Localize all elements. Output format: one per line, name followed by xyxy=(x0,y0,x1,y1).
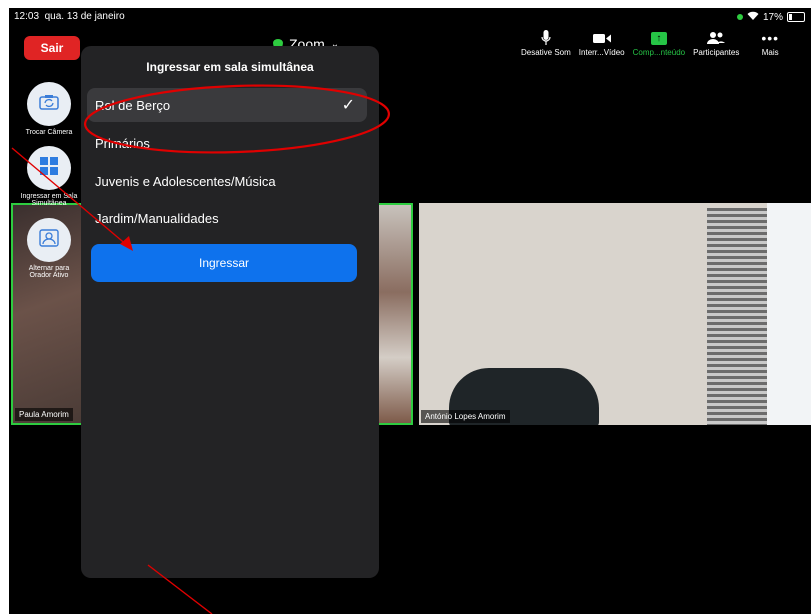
share-label: Comp...nteúdo xyxy=(632,48,686,57)
active-speaker-icon xyxy=(39,228,59,252)
participants-label: Participantes xyxy=(693,48,740,57)
wifi-icon xyxy=(747,11,759,23)
breakout-rooms-button[interactable] xyxy=(27,146,71,190)
more-label: Mais xyxy=(761,48,779,57)
side-button-group-speaker: Alternar para Orador Ativo xyxy=(19,218,79,279)
window-blinds xyxy=(707,208,767,425)
breakout-rooms-icon xyxy=(40,156,58,180)
video-tile-partial[interactable] xyxy=(379,203,413,425)
leave-button[interactable]: Sair xyxy=(24,36,80,60)
video-label: Interr...Vídeo xyxy=(578,48,625,57)
room-option-jardim[interactable]: Jardim/Manualidades xyxy=(87,201,367,235)
room-option-juvenis[interactable]: Juvenis e Adolescentes/Música xyxy=(87,164,367,198)
more-button[interactable]: ••• Mais xyxy=(757,28,783,68)
window-light xyxy=(767,203,811,425)
side-button-group-breakout: Ingressar em Sala Simultânea xyxy=(19,146,79,207)
breakout-rooms-label: Ingressar em Sala Simultânea xyxy=(20,193,78,207)
mute-button[interactable]: Desative Som xyxy=(517,28,575,68)
status-bar: 12:03 qua. 13 de janeiro 17% xyxy=(9,8,811,26)
room-option-primarios[interactable]: Primários xyxy=(87,126,367,160)
video-tile-antonio[interactable]: António Lopes Amorim xyxy=(419,203,811,425)
mute-label: Desative Som xyxy=(521,48,571,57)
microphone-icon xyxy=(541,28,551,48)
meeting-toolbar: Desative Som Interr...Vídeo ↑ Comp...nte… xyxy=(517,28,783,68)
breakout-room-dialog: Ingressar em sala simultânea Rol de Berç… xyxy=(81,46,379,578)
room-option-label: Rol de Berço xyxy=(95,97,171,113)
room-option-rol-de-berco[interactable]: Rol de Berço ✓ xyxy=(87,88,367,122)
battery-icon xyxy=(787,12,805,22)
switch-camera-label: Trocar Câmera xyxy=(25,129,73,136)
dialog-title: Ingressar em sala simultânea xyxy=(146,60,314,74)
share-content-button[interactable]: ↑ Comp...nteúdo xyxy=(629,28,689,68)
room-option-label: Jardim/Manualidades xyxy=(95,210,219,226)
battery-percent: 17% xyxy=(762,11,783,23)
participant-name-right: António Lopes Amorim xyxy=(421,410,510,423)
active-speaker-button[interactable] xyxy=(27,218,71,262)
zoom-ipad-screen: 12:03 qua. 13 de janeiro 17% Sair Zoom ⌄… xyxy=(9,8,811,614)
status-time-date: 12:03 qua. 13 de janeiro xyxy=(14,11,125,22)
join-button[interactable]: Ingressar xyxy=(91,244,357,282)
more-dots-icon: ••• xyxy=(761,30,780,46)
recording-dot-icon xyxy=(736,14,743,20)
room-option-label: Juvenis e Adolescentes/Música xyxy=(95,173,276,189)
participant-name-left: Paula Amorim xyxy=(15,408,73,421)
status-right: 17% xyxy=(736,11,805,23)
side-button-group-camera: Trocar Câmera xyxy=(19,82,79,136)
video-camera-icon xyxy=(592,28,611,48)
stop-video-button[interactable]: Interr...Vídeo xyxy=(575,28,629,68)
switch-camera-button[interactable] xyxy=(27,82,71,126)
share-screen-icon: ↑ xyxy=(650,31,667,45)
participants-icon xyxy=(707,28,726,48)
participants-button[interactable]: Participantes xyxy=(689,28,743,68)
switch-camera-icon xyxy=(39,94,59,115)
checkmark-icon: ✓ xyxy=(341,97,355,114)
room-option-label: Primários xyxy=(95,135,150,151)
active-speaker-label: Alternar para Orador Ativo xyxy=(28,265,70,279)
